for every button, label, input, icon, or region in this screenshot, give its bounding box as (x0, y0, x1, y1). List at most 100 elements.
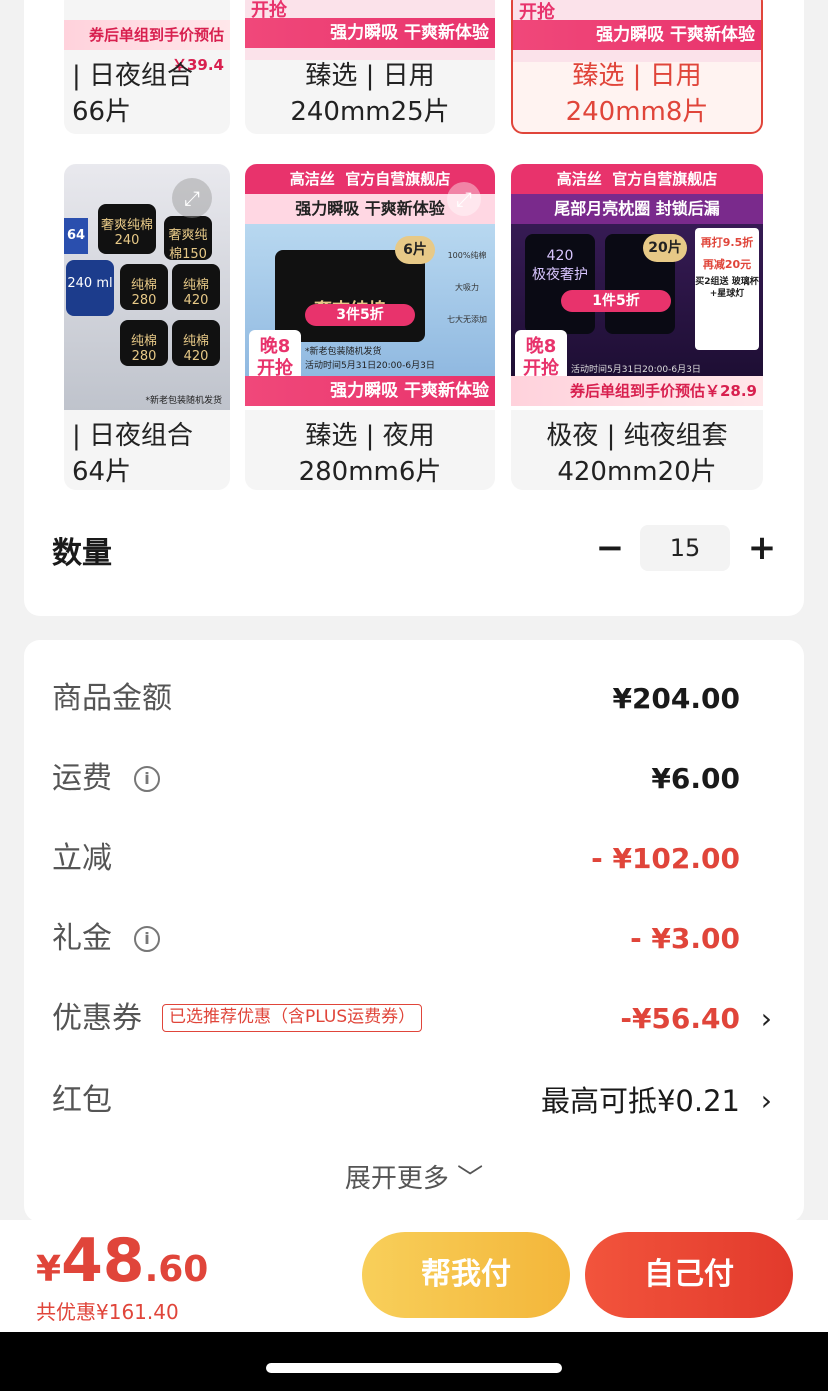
feature-item: 大吸力 (455, 283, 479, 292)
offer-panel: 再打9.5折 再减20元 买2组送 玻璃杯+星球灯 (695, 228, 759, 350)
pack-thumb: 纯棉420 (172, 320, 220, 366)
goods-amount-row: 商品金额 ¥204.00 (52, 674, 774, 724)
shipping-row: 运费 i ¥6.00 (52, 754, 774, 804)
gift-money-value: - ¥3.00 (630, 922, 740, 955)
activity-period: 活动时间5月31日20:00-6月3日 (571, 365, 701, 375)
expand-more-button[interactable]: 展开更多 ﹀ (0, 1158, 828, 1195)
product-caption: | 日夜组合 (72, 421, 194, 451)
goods-amount-label: 商品金额 (52, 681, 172, 716)
system-nav-area (0, 1332, 828, 1391)
pack-count: 6片 (395, 236, 435, 264)
coupon-label: 优惠券 (52, 1001, 142, 1036)
image-note: *新老包装随机发货 (145, 396, 222, 406)
slogan-banner: 强力瞬吸 干爽新体验 (513, 20, 761, 50)
coupon-row[interactable]: 优惠券 已选推荐优惠（含PLUS运费券） -¥56.40 › (52, 994, 774, 1044)
disclaimer: *新老包装随机发货 (305, 347, 382, 357)
activity-period: 活动时间5月31日20:00-6月3日 (305, 361, 435, 371)
instant-discount-label: 立减 (52, 841, 112, 876)
expand-icon[interactable]: ⤢ (447, 182, 481, 216)
product-tile-combo-66[interactable]: 券后单组到手价预估￥39.4 | 日夜组合 66片 (64, 0, 230, 134)
product-tile-night-280-6[interactable]: 高洁丝 官方自营旗舰店 强力瞬吸 干爽新体验 奢爽纯棉 6片 3件5折 100%… (245, 164, 495, 490)
product-caption: 极夜 | 纯夜组套 (546, 421, 728, 451)
slogan-banner: 强力瞬吸 干爽新体验 (245, 376, 495, 406)
price-decimal: .60 (144, 1249, 209, 1290)
pack-thumb: 纯棉420 (172, 264, 220, 310)
price-detail-card: 商品金额 ¥204.00 运费 i ¥6.00 立减 - ¥102.00 礼金 … (24, 640, 804, 1222)
goods-amount-value: ¥204.00 (612, 682, 740, 715)
red-packet-label: 红包 (52, 1083, 112, 1118)
currency-symbol: ¥ (36, 1249, 62, 1290)
total-price: ¥48.60 (36, 1226, 208, 1296)
shipping-value: ¥6.00 (651, 762, 740, 795)
gift-note: 买2组送 玻璃杯+星球灯 (695, 277, 759, 299)
product-caption-size: 240mm25片 (290, 97, 450, 127)
price-integer: 48 (61, 1226, 145, 1296)
pack-thumb: 纯棉280 (120, 264, 168, 310)
product-caption-count: 64片 (72, 457, 132, 487)
product-caption: 臻选 | 夜用 (305, 421, 435, 451)
slogan: 尾部月亮枕圈 封锁后漏 (511, 194, 763, 224)
expand-icon[interactable]: ⤢ (172, 178, 212, 218)
coupon-value: -¥56.40 (620, 1002, 740, 1035)
count-pill: 64片 (64, 218, 88, 279)
info-icon[interactable]: i (134, 766, 160, 792)
product-caption-size: 420mm20片 (557, 457, 717, 487)
store-label: 官方自营旗舰店 (345, 170, 451, 188)
offer-item: 再打9.5折 (700, 236, 754, 249)
total-saved: 共优惠¥161.40 (36, 1300, 179, 1324)
product-selector-card: 券后单组到手价预估￥39.4 | 日夜组合 66片 开抢 强力瞬吸 干爽新体验 … (24, 0, 804, 616)
price-estimate-banner: 券后单组到手价预估￥28.9 (511, 376, 763, 406)
info-icon[interactable]: i (134, 926, 160, 952)
quantity-increase-button[interactable]: + (742, 526, 782, 570)
product-tile-day-240-8-selected[interactable]: 开抢 强力瞬吸 干爽新体验 臻选 | 日用 240mm8片 (511, 0, 763, 134)
coupon-selected-tag: 已选推荐优惠（含PLUS运费券） (162, 1004, 423, 1032)
feature-list: 100%纯棉 大吸力 七大无添加 (445, 240, 489, 336)
shipping-label: 运费 (52, 761, 112, 796)
product-pack: 奢爽纯棉 (275, 250, 425, 342)
chevron-right-icon[interactable]: › (761, 994, 772, 1044)
pack-thumb: 纯棉280 (120, 320, 168, 366)
store-label: 官方自营旗舰店 (612, 170, 718, 188)
gift-money-row: 礼金 i - ¥3.00 (52, 914, 774, 964)
feature-item: 100%纯棉 (447, 251, 487, 260)
red-packet-value: 最高可抵¥0.21 (540, 1084, 740, 1118)
product-tile-combo-64[interactable]: 64片 奢爽纯棉240 奢爽纯棉150 240 ml 纯棉280 纯棉420 纯… (64, 164, 230, 490)
red-packet-row[interactable]: 红包 最高可抵¥0.21 › (52, 1076, 774, 1126)
product-pack: 420 极夜奢护 (525, 234, 595, 334)
pack-thumb: 奢爽纯棉150 (164, 216, 212, 262)
product-image: 高洁丝 官方自营旗舰店 尾部月亮枕圈 封锁后漏 420 极夜奢护 20片 1件5… (511, 164, 763, 410)
offer-item: 再减20元 (702, 258, 752, 271)
promo-pill: 3件5折 (305, 304, 415, 326)
instant-discount-value: - ¥102.00 (591, 842, 740, 875)
product-caption: 臻选 | 日用 (572, 61, 702, 91)
product-caption: 臻选 | 日用 (305, 61, 435, 91)
store-banner: 高洁丝 官方自营旗舰店 (511, 164, 763, 194)
pack-thumb: 240 ml (66, 260, 114, 316)
product-caption: | 日夜组合 (72, 61, 194, 91)
pack-name: 极夜奢护 (532, 267, 588, 283)
quantity-label: 数量 (52, 536, 112, 571)
promo-pill: 1件5折 (561, 290, 671, 312)
checkout-bar: ¥48.60 共优惠¥161.40 帮我付 自己付 (0, 1220, 828, 1332)
gift-money-label: 礼金 (52, 921, 112, 956)
product-caption-size: 280mm6片 (298, 457, 442, 487)
product-caption-count: 66片 (72, 97, 132, 127)
pack-thumb: 奢爽纯棉240 (98, 204, 156, 254)
instant-discount-row: 立减 - ¥102.00 (52, 834, 774, 884)
product-tile-day-240-25[interactable]: 开抢 强力瞬吸 干爽新体验 臻选 | 日用 240mm25片 (245, 0, 495, 134)
chevron-right-icon[interactable]: › (761, 1076, 772, 1126)
product-caption-size: 240mm8片 (565, 97, 709, 127)
brand-label: 高洁丝 (556, 170, 602, 188)
slogan-banner: 强力瞬吸 干爽新体验 (245, 18, 495, 48)
price-estimate-banner: 券后单组到手价预估￥39.4 (64, 20, 230, 74)
product-tile-ultra-night-420-20[interactable]: 高洁丝 官方自营旗舰店 尾部月亮枕圈 封锁后漏 420 极夜奢护 20片 1件5… (511, 164, 763, 490)
help-me-pay-button[interactable]: 帮我付 (362, 1232, 570, 1318)
pay-myself-button[interactable]: 自己付 (585, 1232, 793, 1318)
quantity-decrease-button[interactable]: − (590, 526, 630, 570)
brand-label: 高洁丝 (289, 170, 335, 188)
pack-size: 420 (546, 248, 574, 264)
feature-item: 七大无添加 (447, 315, 487, 324)
quantity-input[interactable]: 15 (640, 525, 730, 571)
home-indicator[interactable] (266, 1363, 562, 1373)
pack-count: 20片 (643, 234, 687, 262)
